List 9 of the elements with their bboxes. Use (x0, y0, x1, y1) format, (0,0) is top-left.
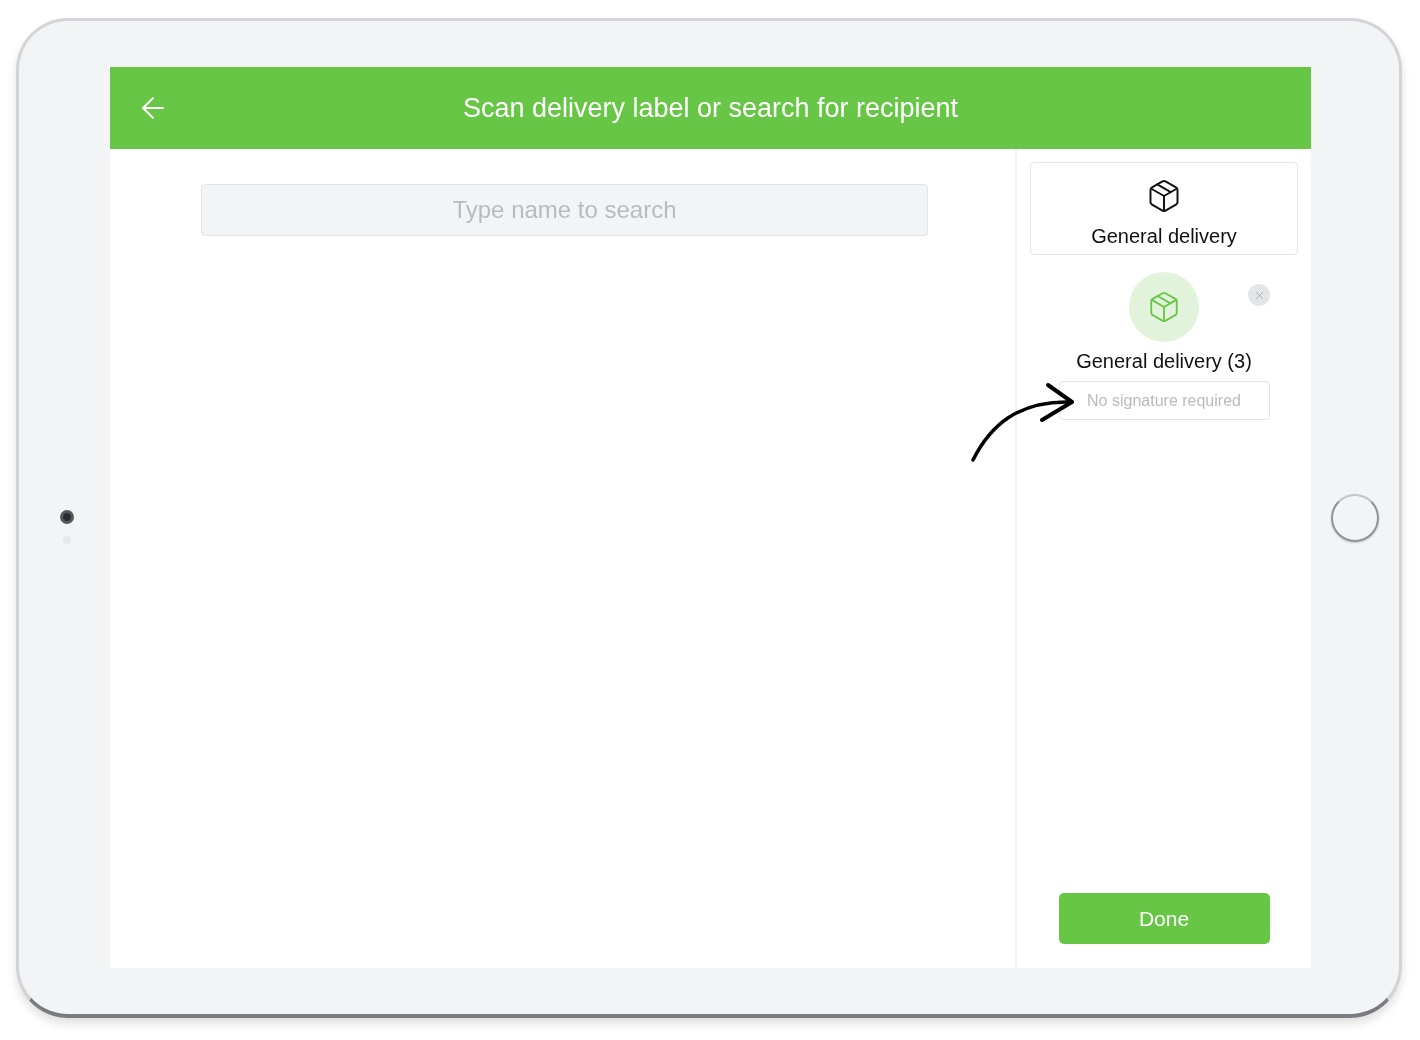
page-title: Scan delivery label or search for recipient (462, 91, 959, 125)
selected-delivery-label: General delivery (3) (1076, 349, 1252, 373)
delivery-option-button[interactable]: General delivery (1030, 162, 1298, 255)
camera-lens-icon (60, 509, 74, 524)
home-button[interactable] (1331, 493, 1379, 542)
signature-option-button[interactable]: No signature required (1058, 381, 1270, 420)
done-button[interactable]: Done (1058, 893, 1270, 944)
search-field[interactable]: Type name to search (201, 184, 928, 236)
remove-button[interactable] (1248, 284, 1270, 306)
